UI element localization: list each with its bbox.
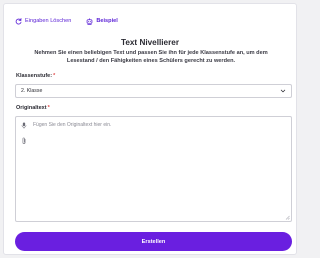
required-mark: * [47,105,50,111]
page-subtitle: Nehmen Sie einen beliebigen Text und pas… [34,50,268,64]
grade-label-text: Klassenstufe: [16,73,53,79]
original-text-label-text: Originaltext [16,105,47,111]
paperclip-icon[interactable] [21,137,27,145]
original-text-placeholder: Fügen Sie den Originaltext hier ein. [33,122,112,128]
clear-inputs-button[interactable]: Eingaben Löschen [15,17,72,25]
grade-label: Klassenstufe:* [16,73,55,79]
microphone-icon[interactable] [21,122,27,129]
toolbar: Eingaben Löschen Beispiel [15,15,133,27]
bot-icon [87,17,93,25]
clear-inputs-label: Eingaben Löschen [25,18,72,24]
example-button[interactable]: Beispiel [86,17,118,25]
example-label: Beispiel [96,18,118,24]
grade-select[interactable]: 2. Klasse [15,84,292,98]
resize-handle-icon[interactable] [285,215,290,220]
chevron-down-icon [280,89,286,93]
page-title: Text Nivellierer [120,38,180,47]
generator-card: Eingaben Löschen Beispiel Text Nivellier… [3,3,297,255]
create-button[interactable]: Erstellen [15,232,292,251]
grade-select-value: 2. Klasse [21,88,43,94]
required-mark: * [53,73,56,79]
original-text-label: Originaltext* [16,105,50,111]
refresh-icon [15,17,22,24]
original-text-input[interactable]: Fügen Sie den Originaltext hier ein. [15,116,292,222]
